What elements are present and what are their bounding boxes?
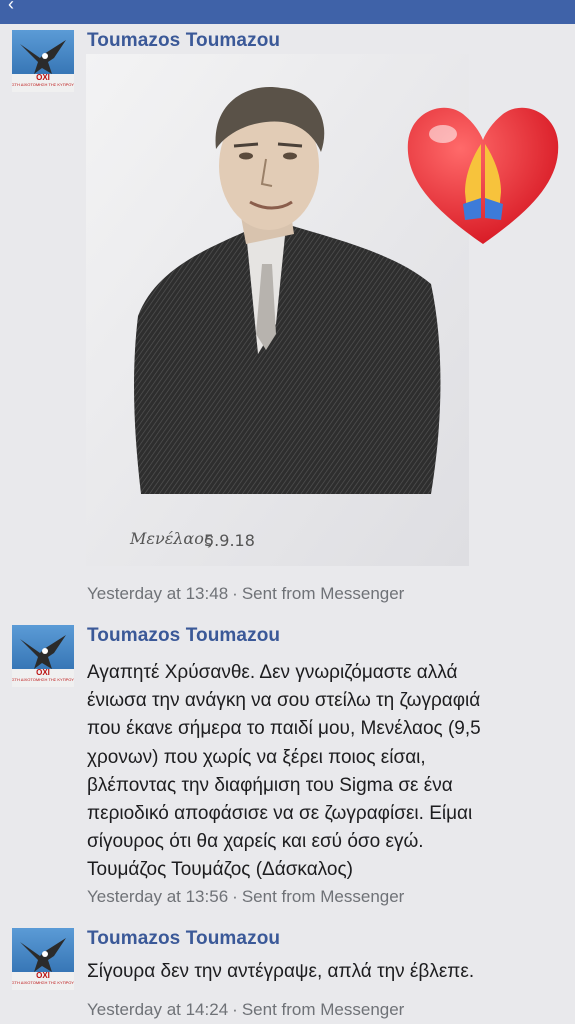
separator: · [232,887,238,906]
message-item: OXI ΣΤΗ ΔΙΧΟΤΟΜΗΣΗ ΤΗΣ ΚΥΠΡΟΥ Toumazos T… [0,619,575,919]
eagle-icon [20,40,66,74]
praying-hands-heart-icon [407,107,559,244]
avatar[interactable]: OXI ΣΤΗ ΔΙΧΟΤΟΜΗΣΗ ΤΗΣ ΚΥΠΡΟΥ [12,928,74,990]
timestamp[interactable]: Yesterday at 13:48 [87,584,228,603]
message-meta: Yesterday at 13:56 · Sent from Messenger [87,887,404,907]
chevron-left-icon[interactable]: ‹ [8,0,14,15]
message-meta: Yesterday at 14:24 · Sent from Messenger [87,1000,404,1020]
avatar-subcaption: ΣΤΗ ΔΙΧΟΤΟΜΗΣΗ ΤΗΣ ΚΥΠΡΟΥ [12,677,74,682]
avatar-caption: OXI [36,971,50,980]
author-name[interactable]: Toumazos Toumazou [87,928,280,950]
message-item: OXI ΣΤΗ ΔΙΧΟΤΟΜΗΣΗ ΤΗΣ ΚΥΠΡΟΥ Toumazos T… [0,24,575,616]
eagle-icon [20,635,66,669]
avatar-caption: OXI [36,73,50,82]
author-name[interactable]: Toumazos Toumazou [87,625,280,647]
source-label: Sent from Messenger [241,584,405,603]
separator: · [232,1000,238,1019]
source-label: Sent from Messenger [241,887,405,906]
message-meta: Yesterday at 13:48 · Sent from Messenger [87,584,404,604]
drawing-signature: Μενέλαος [129,529,213,548]
author-name[interactable]: Toumazos Toumazou [87,30,280,52]
message-text: Αγαπητέ Χρύσανθε. Δεν γνωριζόμαστε αλλά … [87,662,481,881]
source-label: Sent from Messenger [241,1000,405,1019]
avatar-subcaption: ΣΤΗ ΔΙΧΟΤΟΜΗΣΗ ΤΗΣ ΚΥΠΡΟΥ [12,980,74,985]
timestamp[interactable]: Yesterday at 13:56 [87,887,228,906]
timestamp[interactable]: Yesterday at 14:24 [87,1000,228,1019]
avatar-subcaption: ΣΤΗ ΔΙΧΟΤΟΜΗΣΗ ΤΗΣ ΚΥΠΡΟΥ [12,82,74,87]
avatar[interactable]: OXI ΣΤΗ ΔΙΧΟΤΟΜΗΣΗ ΤΗΣ ΚΥΠΡΟΥ [12,30,74,92]
eagle-icon [20,938,66,972]
message-item: OXI ΣΤΗ ΔΙΧΟΤΟΜΗΣΗ ΤΗΣ ΚΥΠΡΟΥ Toumazos T… [0,922,575,1024]
message-text: Σίγουρα δεν την αντέγραψε, απλά την έβλε… [87,961,475,982]
drawing-date: 5.9.18 [204,531,255,550]
top-bar: ‹ [0,0,575,24]
avatar-caption: OXI [36,668,50,677]
separator: · [232,584,238,603]
avatar[interactable]: OXI ΣΤΗ ΔΙΧΟΤΟΜΗΣΗ ΤΗΣ ΚΥΠΡΟΥ [12,625,74,687]
